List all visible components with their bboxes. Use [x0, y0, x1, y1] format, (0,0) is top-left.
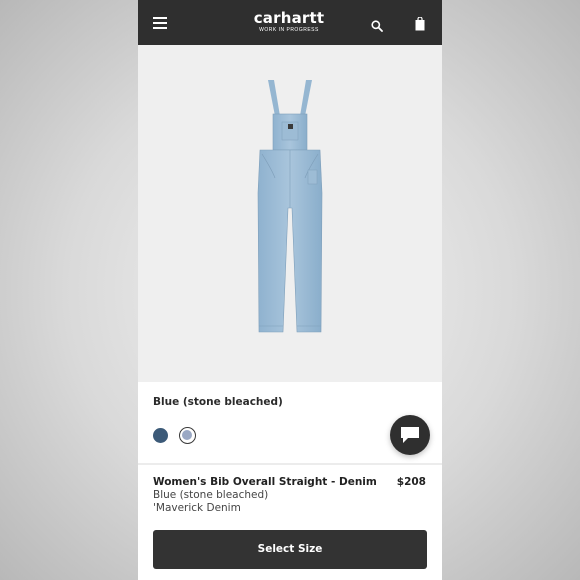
product-info-panel: Blue (stone bleached) Women's Bib Overal…	[138, 382, 442, 580]
shopping-bag-icon[interactable]	[415, 16, 425, 31]
color-swatch-stone-bleached[interactable]	[179, 427, 196, 444]
product-name: Women's Bib Overall Straight - Denim	[153, 476, 377, 488]
select-size-button[interactable]: Select Size	[153, 530, 427, 569]
top-navigation-bar: carhartt WORK IN PROGRESS	[138, 0, 442, 45]
color-swatch-navy[interactable]	[153, 428, 168, 443]
mobile-page: carhartt WORK IN PROGRESS Blue (stone bl…	[138, 0, 442, 580]
chat-icon	[401, 427, 419, 443]
product-image-area	[138, 45, 442, 382]
chat-button[interactable]	[390, 415, 430, 455]
brand-logo[interactable]: carhartt WORK IN PROGRESS	[234, 10, 344, 33]
product-color: Blue (stone bleached)	[153, 489, 269, 501]
selected-color-label: Blue (stone bleached)	[153, 396, 283, 408]
brand-name: carhartt	[253, 9, 325, 27]
divider	[138, 463, 442, 465]
product-price: $208	[396, 476, 426, 488]
bib-overall-denim-image[interactable]	[250, 78, 330, 333]
product-fabric: 'Maverick Denim	[153, 502, 241, 514]
swatch-fill	[182, 430, 192, 440]
brand-tagline: WORK IN PROGRESS	[259, 27, 319, 33]
search-icon[interactable]	[371, 17, 383, 32]
menu-icon[interactable]	[153, 17, 167, 29]
